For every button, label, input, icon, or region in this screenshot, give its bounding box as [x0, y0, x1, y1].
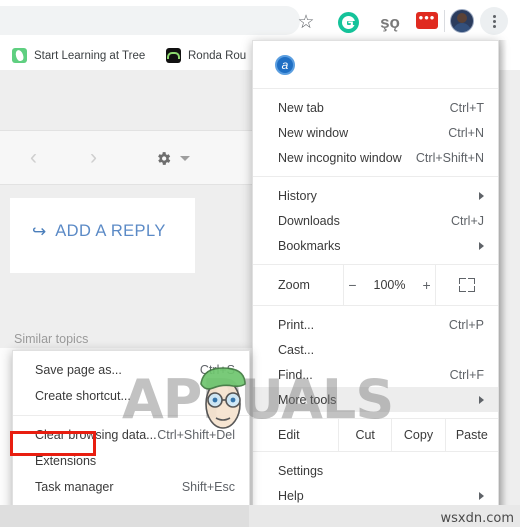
- extensions-highlight-box: [10, 431, 96, 456]
- menu-group-tools: Print... Ctrl+P Cast... Find... Ctrl+F M…: [253, 306, 498, 419]
- three-dot-chrome-menu[interactable]: [480, 7, 508, 35]
- gray-extension-icon[interactable]: şǫ: [377, 9, 403, 35]
- add-a-reply-label: ADD A REPLY: [55, 222, 166, 240]
- edit-paste-button[interactable]: Paste: [444, 419, 498, 451]
- submenu-item-create-shortcut[interactable]: Create shortcut...: [13, 383, 249, 409]
- zoom-label: Zoom: [278, 278, 310, 292]
- page-toolstrip: ‹ ›: [0, 130, 252, 185]
- submenu-item-task-manager[interactable]: Task manager Shift+Esc: [13, 474, 249, 500]
- menu-zoom-row: Zoom − 100% +: [253, 265, 498, 306]
- edit-cut-button[interactable]: Cut: [338, 419, 391, 451]
- menu-item-accel: Ctrl+J: [451, 213, 484, 228]
- menu-item-label: Bookmarks: [278, 238, 341, 253]
- submenu-group-save: Save page as... Ctrl+S Create shortcut..…: [13, 351, 249, 416]
- menu-item-cast[interactable]: Cast...: [253, 337, 498, 362]
- reply-card: ↩ ADD A REPLY: [10, 198, 195, 273]
- menu-group-browse: History Downloads Ctrl+J Bookmarks: [253, 177, 498, 265]
- browser-window: ☆ G şǫ ••• Start Learning at Tree Ronda …: [0, 0, 520, 527]
- address-bar[interactable]: [0, 6, 300, 35]
- dark-favicon: [166, 48, 181, 63]
- wsxdn-watermark: wsxdn.com: [440, 511, 515, 526]
- edit-label: Edit: [278, 428, 300, 442]
- menu-item-label: Help: [278, 488, 304, 503]
- menu-item-label: New tab: [278, 100, 324, 115]
- submenu-arrow-icon: [479, 491, 484, 500]
- zoom-in-button[interactable]: +: [423, 277, 431, 293]
- submenu-item-label: Save page as...: [35, 363, 122, 377]
- menu-item-label: Find...: [278, 367, 313, 382]
- submenu-arrow-icon: [479, 241, 484, 250]
- submenu-item-label: Extensions: [35, 454, 97, 468]
- blue-a-extension-icon[interactable]: a: [275, 54, 295, 75]
- menu-shadow: [499, 40, 507, 510]
- fullscreen-icon: [459, 278, 475, 292]
- menu-item-new-incognito-window[interactable]: New incognito window Ctrl+Shift+N: [253, 145, 498, 170]
- menu-item-label: New window: [278, 125, 349, 140]
- submenu-item-accel: Ctrl+S: [199, 363, 235, 377]
- submenu-group-tools: Clear browsing data... Ctrl+Shift+Del Ex…: [13, 416, 249, 507]
- star-bookmark-icon[interactable]: ☆: [292, 8, 320, 36]
- bookmark-label: Start Learning at Tree: [34, 49, 146, 62]
- menu-item-label: Cast...: [278, 342, 315, 357]
- edit-copy-button[interactable]: Copy: [391, 419, 444, 451]
- gear-dropdown-caret-icon[interactable]: [180, 156, 190, 161]
- menu-item-label: History: [278, 188, 317, 203]
- reply-arrow-icon: ↩: [32, 222, 47, 241]
- next-arrow-icon[interactable]: ›: [90, 146, 97, 170]
- bookmark-item[interactable]: Start Learning at Tree: [12, 45, 145, 66]
- menu-item-label: Settings: [278, 463, 324, 478]
- menu-extension-row: a: [253, 41, 498, 89]
- menu-item-settings[interactable]: Settings: [253, 458, 498, 483]
- zoom-controls: − 100% +: [343, 265, 436, 305]
- treehouse-favicon: [12, 48, 27, 63]
- menu-item-find[interactable]: Find... Ctrl+F: [253, 362, 498, 387]
- grammarly-extension-icon[interactable]: G: [335, 9, 361, 35]
- settings-gear-icon[interactable]: [155, 150, 172, 167]
- similar-topics-label: Similar topics: [14, 332, 89, 346]
- menu-item-new-tab[interactable]: New tab Ctrl+T: [253, 95, 498, 120]
- bookmark-label: Ronda Rou: [188, 49, 247, 62]
- menu-item-downloads[interactable]: Downloads Ctrl+J: [253, 208, 498, 233]
- submenu-arrow-icon: [479, 395, 484, 404]
- menu-item-accel: Ctrl+F: [449, 367, 484, 382]
- zoom-out-button[interactable]: −: [348, 277, 356, 293]
- add-a-reply-button[interactable]: ↩ ADD A REPLY: [32, 222, 166, 241]
- menu-item-new-window[interactable]: New window Ctrl+N: [253, 120, 498, 145]
- profile-avatar[interactable]: [449, 8, 475, 34]
- menu-group-new: New tab Ctrl+T New window Ctrl+N New inc…: [253, 89, 498, 177]
- menu-item-print[interactable]: Print... Ctrl+P: [253, 312, 498, 337]
- menu-item-label: New incognito window: [278, 150, 402, 165]
- menu-edit-row: Edit Cut Copy Paste: [253, 419, 498, 452]
- fullscreen-button[interactable]: [436, 265, 498, 305]
- submenu-arrow-icon: [479, 191, 484, 200]
- menu-item-accel: Ctrl+T: [449, 100, 484, 115]
- submenu-item-save-page-as[interactable]: Save page as... Ctrl+S: [13, 357, 249, 383]
- menu-item-accel: Ctrl+N: [448, 125, 484, 140]
- submenu-item-accel: Shift+Esc: [181, 480, 235, 494]
- zoom-percent-value: 100%: [373, 278, 406, 292]
- browser-toolbar: ☆ G şǫ •••: [0, 0, 520, 41]
- submenu-item-accel: Ctrl+Shift+Del: [157, 428, 235, 442]
- menu-item-accel: Ctrl+P: [448, 317, 484, 332]
- toolbar-divider: [444, 10, 445, 32]
- chrome-main-menu: a New tab Ctrl+T New window Ctrl+N New i…: [252, 40, 499, 527]
- prev-arrow-icon[interactable]: ‹: [30, 146, 37, 170]
- menu-item-bookmarks[interactable]: Bookmarks: [253, 233, 498, 258]
- submenu-item-label: Create shortcut...: [35, 389, 131, 403]
- menu-item-label: Print...: [278, 317, 315, 332]
- menu-item-label: More tools: [278, 392, 337, 407]
- bookmark-item[interactable]: Ronda Rou: [166, 45, 246, 66]
- menu-item-more-tools[interactable]: More tools: [253, 387, 498, 412]
- menu-item-accel: Ctrl+Shift+N: [415, 150, 484, 165]
- submenu-item-label: Task manager: [35, 480, 114, 494]
- red-extension-icon[interactable]: •••: [416, 11, 438, 29]
- window-bottom-strip-left: [0, 505, 249, 527]
- menu-item-label: Downloads: [278, 213, 340, 228]
- menu-item-history[interactable]: History: [253, 183, 498, 208]
